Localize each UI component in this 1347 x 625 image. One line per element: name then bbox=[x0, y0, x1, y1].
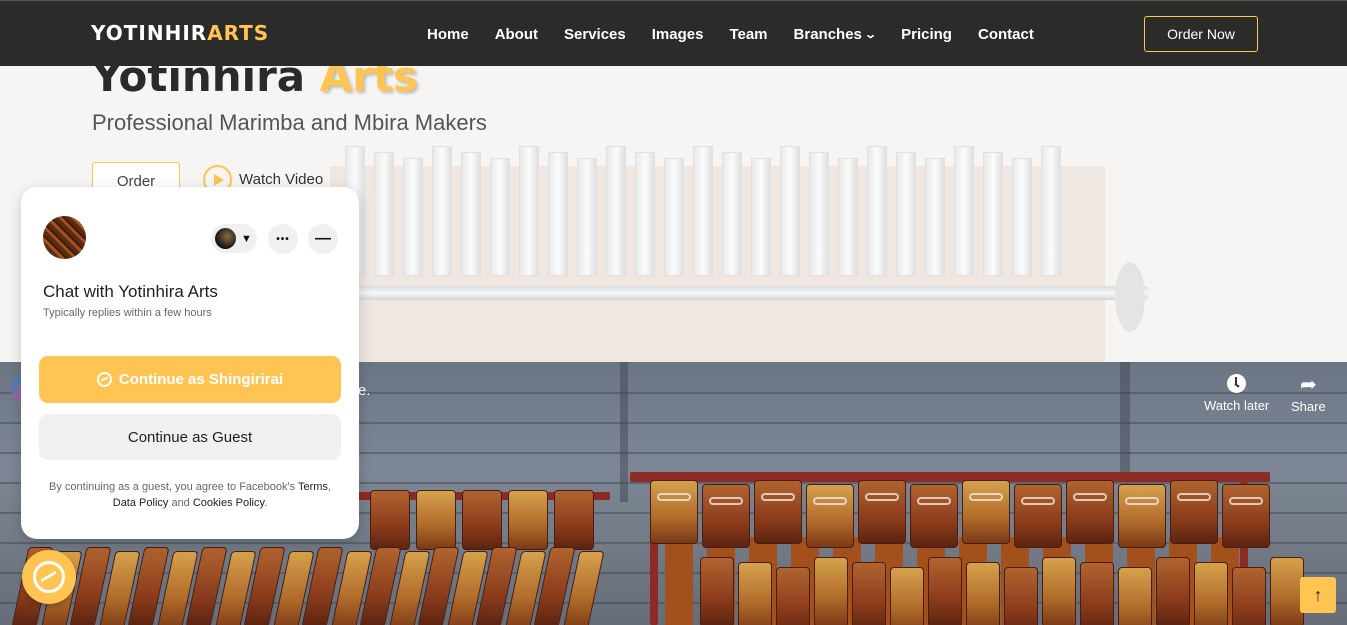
chat-title: Chat with Yotinhira Arts bbox=[43, 282, 218, 301]
share-button[interactable]: ➦ Share bbox=[1291, 374, 1326, 414]
marimba-key bbox=[1194, 562, 1228, 625]
nav-services[interactable]: Services bbox=[564, 26, 626, 43]
terms-link[interactable]: Terms bbox=[298, 481, 328, 493]
disclaimer-text: By continuing as a guest, you agree to F… bbox=[49, 481, 298, 493]
continue-as-user-button[interactable]: Continue as Shingirirai bbox=[39, 356, 341, 403]
arrow-up-icon: ↑ bbox=[1313, 584, 1323, 605]
marimba-key bbox=[738, 562, 772, 625]
account-switcher[interactable]: ▼ bbox=[211, 224, 257, 253]
marimba-key bbox=[910, 484, 958, 548]
marimba-key bbox=[962, 480, 1010, 544]
wall-line bbox=[620, 362, 628, 502]
more-options-button[interactable]: ••• bbox=[268, 224, 298, 254]
nav-branches[interactable]: Branches ⌄ bbox=[793, 26, 877, 43]
continue-as-guest-button[interactable]: Continue as Guest bbox=[39, 414, 341, 460]
minimize-button[interactable]: — bbox=[308, 224, 338, 254]
cookies-policy-link[interactable]: Cookies Policy bbox=[193, 497, 264, 509]
disclaimer-comma: , bbox=[327, 481, 331, 493]
marimba-key bbox=[1066, 480, 1114, 544]
nav-team[interactable]: Team bbox=[729, 26, 767, 43]
marimba-key bbox=[702, 484, 750, 548]
order-now-button[interactable]: Order Now bbox=[1144, 16, 1258, 52]
marimba-key bbox=[1222, 484, 1270, 548]
nav-images[interactable]: Images bbox=[652, 26, 704, 43]
nav-branches-label: Branches bbox=[793, 26, 862, 43]
site-logo[interactable]: YOTINHIRARTS bbox=[91, 21, 269, 45]
back-to-top-button[interactable]: ↑ bbox=[1300, 577, 1336, 613]
marimba-key bbox=[1232, 567, 1266, 625]
marimba-key bbox=[700, 557, 734, 625]
marimba-key bbox=[416, 490, 456, 550]
logo-main: YOTINHIR bbox=[91, 21, 208, 45]
marimba-key bbox=[806, 484, 854, 548]
marimba-key bbox=[508, 490, 548, 550]
nav-pricing[interactable]: Pricing bbox=[901, 26, 952, 43]
share-icon: ➦ bbox=[1299, 374, 1317, 396]
main-nav: Home About Services Images Team Branches… bbox=[427, 26, 1060, 43]
nav-home[interactable]: Home bbox=[427, 26, 469, 43]
disclaimer-and: and bbox=[168, 497, 193, 509]
disclaimer-period: . bbox=[264, 497, 268, 509]
watch-video-label: Watch Video bbox=[239, 171, 324, 188]
marimba-key bbox=[1170, 480, 1218, 544]
messenger-chat-widget: ▼ ••• — Chat with Yotinhira Arts Typical… bbox=[21, 187, 359, 539]
clock-icon bbox=[1227, 374, 1247, 393]
marimba-key bbox=[370, 490, 410, 550]
page-avatar bbox=[43, 216, 86, 259]
marimba-key bbox=[890, 567, 924, 625]
hero-title-main: Yotinhira bbox=[92, 66, 306, 101]
watch-later-label: Watch later bbox=[1204, 398, 1270, 413]
minimize-icon: — bbox=[315, 230, 331, 247]
marimba-key bbox=[814, 557, 848, 625]
marimba-key bbox=[776, 567, 810, 625]
marimba-key bbox=[966, 562, 1000, 625]
marimba-key bbox=[1080, 562, 1114, 625]
chevron-down-icon: ⌄ bbox=[864, 29, 877, 41]
marimba-key bbox=[462, 490, 502, 550]
caret-down-icon: ▼ bbox=[241, 232, 252, 245]
user-avatar bbox=[215, 228, 236, 249]
messenger-icon bbox=[96, 372, 112, 387]
wall-line bbox=[1120, 362, 1130, 482]
data-policy-link[interactable]: Data Policy bbox=[113, 497, 169, 509]
marimba-key bbox=[858, 480, 906, 544]
marimba-key bbox=[1156, 557, 1190, 625]
marimba-key bbox=[1270, 557, 1304, 625]
marimba-key bbox=[1042, 557, 1076, 625]
continue-as-user-label: Continue as Shingirirai bbox=[118, 371, 284, 388]
more-icon: ••• bbox=[276, 233, 290, 245]
hero-title: Yotinhira Arts bbox=[92, 66, 418, 101]
marimba-key bbox=[852, 562, 886, 625]
resonator bbox=[665, 537, 693, 625]
site-header: YOTINHIRARTS Home About Services Images … bbox=[0, 0, 1347, 66]
hero-title-accent: Arts bbox=[319, 66, 419, 101]
share-label: Share bbox=[1291, 399, 1326, 414]
marimba-key bbox=[1014, 484, 1062, 548]
hero-subtitle: Professional Marimba and Mbira Makers bbox=[92, 110, 487, 135]
chat-subtitle: Typically replies within a few hours bbox=[43, 307, 212, 319]
nav-about[interactable]: About bbox=[495, 26, 538, 43]
marimba-key bbox=[1118, 567, 1152, 625]
marimba-key bbox=[928, 557, 962, 625]
marimba-key bbox=[650, 480, 698, 544]
watch-later-button[interactable]: Watch later bbox=[1204, 374, 1269, 413]
messenger-icon bbox=[33, 561, 65, 593]
marimba-key bbox=[1004, 567, 1038, 625]
messenger-launcher-button[interactable] bbox=[22, 550, 76, 604]
nav-contact[interactable]: Contact bbox=[978, 26, 1034, 43]
marimba-key bbox=[554, 490, 594, 550]
logo-accent: ARTS bbox=[207, 21, 270, 45]
marimba-key bbox=[1118, 484, 1166, 548]
marimba-key bbox=[754, 480, 802, 544]
video-title[interactable]: e. bbox=[358, 382, 371, 399]
guest-disclaimer: By continuing as a guest, you agree to F… bbox=[39, 479, 341, 511]
